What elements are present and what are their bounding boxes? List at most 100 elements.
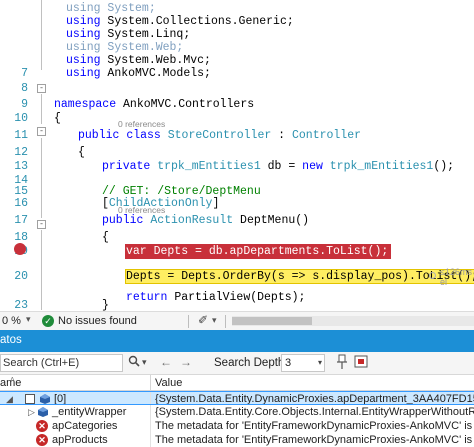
code-token: public (78, 129, 127, 142)
status-divider (188, 315, 189, 328)
code-token: { (78, 146, 85, 159)
filter-icon[interactable] (354, 354, 368, 370)
outline-guide (41, 230, 42, 310)
code-token: db = (260, 160, 303, 173)
code-editor[interactable]: 789101112131415161718192023--- using Sys… (0, 0, 474, 311)
outline-guide (41, 138, 42, 218)
step-indicator-icon (429, 272, 436, 279)
collapse-arrow-icon[interactable]: ◢ (6, 392, 13, 404)
code-token: public (102, 214, 151, 227)
code-token: DeptMenu() (233, 214, 310, 227)
autos-row[interactable]: ▷ _entityWrapper {System.Data.Entity.Core.… (0, 405, 474, 419)
line-number: 16 (14, 197, 28, 210)
autos-row[interactable]: ✕ apProducts The metadata for 'EntityFrame… (0, 433, 474, 447)
column-header-value[interactable]: Value (155, 377, 182, 389)
autos-row-value[interactable]: The metadata for 'EntityFrameworkDynamic… (155, 433, 474, 447)
code-line[interactable]: } (102, 297, 474, 311)
code-line[interactable]: var Depts = db.apDepartments.ToList(); (126, 243, 474, 260)
perf-tip: ≤126ms el (440, 267, 472, 287)
zoom-level[interactable]: 0 % (2, 315, 21, 327)
code-line[interactable]: Depts = Depts.OrderBy(s => s.display_pos… (126, 268, 474, 285)
column-divider (150, 433, 151, 447)
line-number: 18 (14, 231, 28, 244)
line-number: 11 (14, 129, 28, 142)
line-number: 8 (21, 82, 28, 95)
code-line[interactable]: private trpk_mEntities1 db = new trpk_mE… (102, 158, 474, 175)
column-divider (150, 392, 151, 404)
code-token: Depts = Depts.OrderBy(s => s.display_pos… (126, 270, 474, 283)
error-x-icon: ✕ (36, 434, 48, 446)
line-number: 13 (14, 160, 28, 173)
status-divider (225, 315, 226, 328)
watch-checkbox[interactable] (25, 394, 35, 404)
code-token: trpk_mEntities1 (157, 160, 261, 173)
collapse-icon[interactable]: - (37, 127, 46, 136)
breakpoint-icon[interactable] (14, 243, 26, 255)
line-number-gutter[interactable]: 789101112131415161718192023--- (0, 0, 50, 311)
collapse-icon[interactable]: - (37, 220, 46, 229)
code-token: var Depts = db.apDepartments.ToList(); (126, 245, 389, 258)
autos-panel-title-bar[interactable]: atos (0, 330, 474, 352)
autos-row-name: _entityWrapper (52, 406, 127, 418)
codelens-references[interactable]: 0 references (118, 119, 165, 129)
search-depth-select[interactable]: 3 ▾ (281, 354, 325, 372)
autos-row-name: apProducts (52, 434, 108, 446)
code-token: private (102, 160, 158, 173)
code-line[interactable]: using AnkoMVC.Models; (66, 65, 474, 82)
object-icon (40, 394, 50, 404)
brush-dropdown-icon[interactable]: ▾ (212, 315, 217, 326)
scrollbar-thumb[interactable] (232, 317, 312, 325)
search-depth-label: Search Depth: (214, 357, 288, 369)
search-input[interactable]: Search (Ctrl+E) (0, 354, 123, 372)
expand-arrow-icon[interactable]: ▷ (28, 405, 35, 419)
outline-guide (41, 0, 42, 70)
code-token: (); (433, 160, 455, 173)
column-divider (150, 405, 151, 419)
line-number: 10 (14, 112, 28, 125)
autos-row-value[interactable]: {System.Data.Entity.DynamicProxies.apDep… (155, 392, 474, 404)
object-icon (38, 407, 48, 417)
autos-row-name: [0] (54, 393, 67, 405)
codelens-references[interactable]: 0 references (118, 205, 165, 215)
autos-row-name: apCategories (52, 420, 118, 432)
line-number: 23 (14, 299, 28, 311)
code-token: [ (102, 197, 109, 210)
line-number: 17 (14, 214, 28, 227)
editor-status-bar: 0 % ▾ ✓ No issues found ✐ ▾ (0, 311, 474, 330)
code-token: AnkoMVC.Models; (107, 67, 211, 80)
pin-icon[interactable] (335, 354, 349, 370)
search-back-icon[interactable]: ← (160, 355, 172, 369)
code-token: new (302, 160, 330, 173)
collapse-icon[interactable]: - (37, 84, 46, 93)
zoom-dropdown-icon[interactable]: ▾ (26, 314, 31, 325)
error-x-icon: ✕ (36, 420, 48, 432)
search-options-dropdown-icon[interactable]: ▾ (142, 357, 147, 368)
code-token: } (102, 299, 109, 311)
column-divider[interactable] (150, 375, 151, 391)
panel-title: atos (0, 334, 22, 346)
brush-icon[interactable]: ✐ (198, 313, 208, 327)
code-token: class (126, 129, 168, 142)
sort-icon: ˄ (10, 375, 15, 384)
code-token: { (54, 112, 61, 125)
outline-guide (41, 94, 42, 124)
code-token: using (66, 67, 108, 80)
code-token: : (271, 129, 292, 142)
code-line[interactable]: { (54, 110, 474, 127)
issues-status[interactable]: No issues found (58, 315, 137, 327)
autos-row-value[interactable]: The metadata for 'EntityFrameworkDynamic… (155, 419, 474, 433)
autos-row[interactable]: ✕ apCategories The metadata for 'EntityFra… (0, 419, 474, 433)
line-number: 9 (21, 98, 28, 111)
search-depth-value: 3 (285, 357, 292, 369)
chevron-down-icon: ▾ (317, 358, 322, 367)
line-number: 12 (14, 146, 28, 159)
autos-column-header: ame ˄ Value (0, 375, 474, 391)
horizontal-scrollbar[interactable] (232, 316, 474, 326)
search-icon[interactable] (128, 355, 140, 370)
line-number: 7 (21, 67, 28, 80)
search-forward-icon[interactable]: → (180, 355, 192, 369)
code-line[interactable]: public class StoreController : Controlle… (78, 127, 474, 144)
code-token: Controller (291, 129, 361, 142)
autos-row[interactable]: ◢ [0] {System.Data.Entity.DynamicProxies.a… (0, 391, 474, 405)
autos-row-value[interactable]: {System.Data.Entity.Core.Objects.Interna… (155, 405, 474, 419)
